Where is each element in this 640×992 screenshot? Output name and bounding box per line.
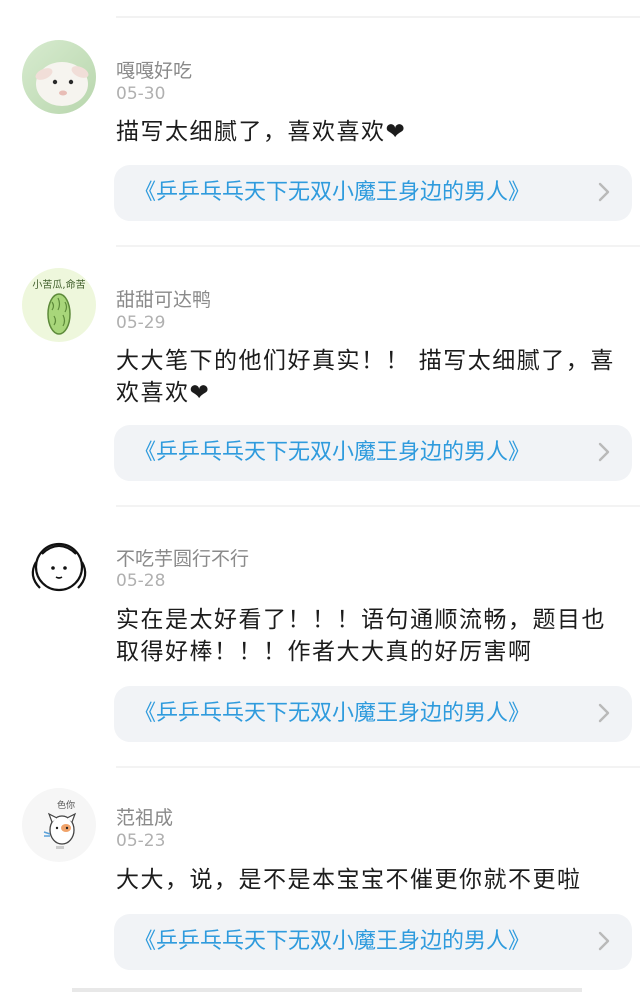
- doodle-girl-icon: [22, 530, 96, 604]
- book-link-card[interactable]: 《乒乒乓乓天下无双小魔王身边的男人》: [114, 914, 632, 970]
- avatar-caption: 色你: [57, 799, 75, 811]
- book-link-title: 《乒乒乓乓天下无双小魔王身边的男人》: [134, 180, 531, 205]
- comment-text: 实在是太好看了！！！语句通顺流畅，题目也取得好棒！！！作者大大真的好厉害啊: [116, 607, 606, 665]
- comment-text: 大大，说，是不是本宝宝不催更你就不更啦: [116, 867, 582, 893]
- bottom-scroll-edge: [72, 988, 582, 992]
- lamb-photo-icon: [22, 40, 96, 114]
- avatar[interactable]: 色你: [22, 788, 96, 862]
- avatar[interactable]: [22, 40, 96, 114]
- username[interactable]: 嘎嘎好吃: [116, 56, 192, 83]
- username[interactable]: 范祖成: [116, 803, 173, 830]
- chevron-right-icon: [598, 182, 610, 202]
- username[interactable]: 甜甜可达鸭: [116, 285, 211, 312]
- username[interactable]: 不吃芋圆行不行: [116, 544, 249, 571]
- avatar[interactable]: 小苦瓜,命苦: [22, 268, 96, 342]
- book-link-card[interactable]: 《乒乒乓乓天下无双小魔王身边的男人》: [114, 686, 632, 742]
- comment-text: 描写太细腻了，喜欢喜欢❤: [116, 119, 407, 145]
- book-link-title: 《乒乒乓乓天下无双小魔王身边的男人》: [134, 701, 531, 726]
- top-divider: [116, 16, 640, 18]
- book-link-card[interactable]: 《乒乒乓乓天下无双小魔王身边的男人》: [114, 425, 632, 481]
- avatar-caption: 小苦瓜,命苦: [32, 278, 85, 291]
- row-divider: [116, 766, 640, 768]
- book-link-title: 《乒乒乓乓天下无双小魔王身边的男人》: [134, 440, 531, 465]
- comment-date: 05-23: [116, 831, 166, 851]
- doodle-cat-icon: 色你: [22, 788, 96, 862]
- comment-date: 05-29: [116, 313, 166, 333]
- row-divider: [116, 245, 640, 247]
- book-link-card[interactable]: 《乒乒乓乓天下无双小魔王身边的男人》: [114, 165, 632, 221]
- bitter-melon-icon: 小苦瓜,命苦: [22, 268, 96, 342]
- avatar[interactable]: [22, 530, 96, 604]
- chevron-right-icon: [598, 931, 610, 951]
- row-divider: [116, 505, 640, 507]
- book-link-title: 《乒乒乓乓天下无双小魔王身边的男人》: [134, 929, 531, 954]
- chevron-right-icon: [598, 442, 610, 462]
- chevron-right-icon: [598, 703, 610, 723]
- comment-date: 05-28: [116, 571, 166, 591]
- comment-date: 05-30: [116, 84, 166, 104]
- comment-text: 大大笔下的他们好真实！！ 描写太细腻了，喜欢喜欢❤: [116, 348, 615, 406]
